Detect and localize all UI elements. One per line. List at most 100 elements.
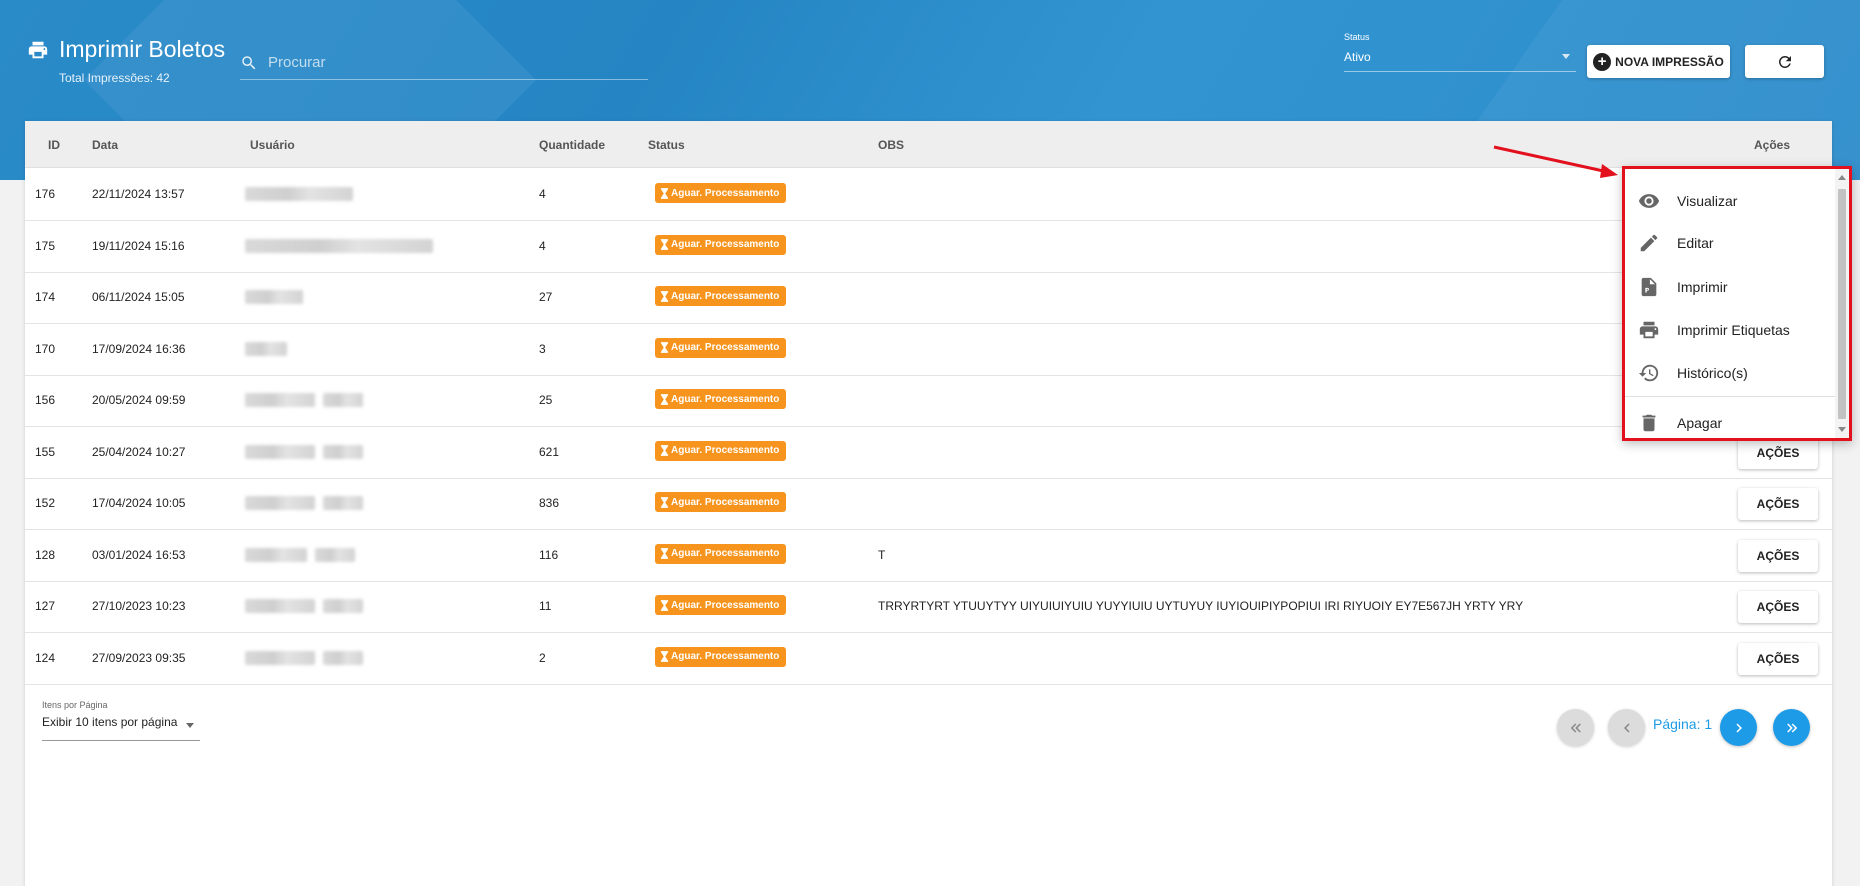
redacted-username: [323, 496, 363, 510]
table-row[interactable]: 174 06/11/2024 15:05 27 Aguar. Processament…: [25, 272, 1832, 324]
table-row[interactable]: 156 20/05/2024 09:59 25 Aguar. Processament…: [25, 375, 1832, 427]
table-row[interactable]: 124 27/09/2023 09:35 2 Aguar. Processamento…: [25, 633, 1832, 685]
column-header-quantidade: Quantidade: [539, 138, 606, 152]
hourglass-icon: [660, 342, 669, 353]
items-per-page-label: Itens por Página: [42, 700, 108, 710]
redacted-username: [245, 496, 315, 510]
hourglass-icon: [660, 651, 669, 662]
menu-item-editar[interactable]: Editar: [1625, 223, 1835, 263]
row-quantity: 836: [539, 496, 560, 510]
row-id: 156: [35, 393, 56, 407]
scrollbar-thumb[interactable]: [1838, 189, 1846, 419]
table-row[interactable]: 128 03/01/2024 16:53 116 Aguar. Processamen…: [25, 530, 1832, 582]
redacted-username: [323, 393, 363, 407]
next-page-button[interactable]: [1720, 709, 1757, 746]
row-id: 174: [35, 290, 56, 304]
page-title: Imprimir Boletos: [59, 36, 226, 62]
actions-button[interactable]: AÇÕES: [1738, 539, 1818, 572]
menu-item-label: Visualizar: [1677, 193, 1738, 209]
status-badge-label: Aguar. Processamento: [671, 187, 780, 199]
row-quantity: 25: [539, 393, 553, 407]
search-input[interactable]: [268, 54, 628, 71]
hourglass-icon: [660, 548, 669, 559]
row-quantity: 3: [539, 341, 546, 356]
row-id: 128: [35, 547, 56, 562]
row-date: 27/09/2023 09:35: [92, 650, 186, 665]
row-date: 19/11/2024 15:16: [92, 238, 185, 253]
row-date: 03/01/2024 16:53: [92, 547, 186, 562]
pdf-file-icon: [1641, 277, 1657, 297]
status-select-label: Status: [1344, 32, 1370, 42]
row-date: 17/04/2024 10:05: [92, 496, 186, 510]
menu-item-label: Apagar: [1677, 415, 1723, 431]
items-per-page-value: Exibir 10 itens por página: [42, 715, 178, 729]
actions-button[interactable]: AÇÕES: [1738, 488, 1818, 520]
previous-page-button[interactable]: [1608, 709, 1645, 746]
redacted-username: [315, 547, 355, 562]
row-date: 27/10/2023 10:23: [92, 599, 186, 613]
status-badge-label: Aguar. Processamento: [671, 342, 780, 353]
hourglass-icon: [660, 393, 669, 405]
chevron-left-icon: [1623, 723, 1630, 732]
row-date: 25/04/2024 10:27: [92, 444, 186, 459]
redacted-username: [323, 599, 363, 613]
status-badge: Aguar. Processamento: [655, 286, 787, 306]
table-row[interactable]: 175 19/11/2024 15:16 4 Aguar. Processamento: [25, 221, 1832, 273]
actions-button[interactable]: AÇÕES: [1738, 642, 1818, 675]
hourglass-icon: [660, 187, 669, 199]
status-badge-label: Aguar. Processamento: [671, 496, 780, 508]
menu-item-visualizar[interactable]: Visualizar: [1625, 181, 1835, 221]
redacted-username: [245, 650, 315, 665]
menu-item-imprimir-etiquetas[interactable]: Imprimir Etiquetas: [1625, 310, 1835, 350]
row-id: 152: [35, 496, 56, 510]
table-row[interactable]: 170 17/09/2024 16:36 3 Aguar. Processamento: [25, 324, 1832, 376]
hourglass-icon: [660, 445, 669, 456]
redacted-username: [245, 444, 315, 459]
first-page-button[interactable]: [1557, 709, 1594, 746]
status-select[interactable]: Status Ativo: [1344, 32, 1576, 72]
row-id: 127: [35, 599, 56, 613]
table-row[interactable]: 152 17/04/2024 10:05 836 Aguar. Processamen…: [25, 478, 1832, 530]
table-row[interactable]: 155 25/04/2024 10:27 621 Aguar. Processamen…: [25, 427, 1832, 479]
status-badge-label: Aguar. Processamento: [671, 239, 780, 250]
status-badge-label: Aguar. Processamento: [671, 599, 780, 611]
menu-scrollbar[interactable]: [1835, 169, 1849, 438]
hourglass-icon: [660, 290, 669, 302]
actions-dropdown-menu: Visualizar Editar Imprimir Imprimir Etiq…: [1622, 166, 1852, 441]
redacted-username: [245, 547, 307, 562]
column-header-id: ID: [48, 138, 60, 152]
column-header-acoes: Ações: [1754, 138, 1791, 152]
refresh-button[interactable]: [1745, 45, 1824, 78]
status-badge: Aguar. Processamento: [655, 234, 787, 255]
menu-item-historico[interactable]: Histórico(s): [1625, 353, 1835, 393]
redacted-username: [245, 290, 303, 304]
row-id: 155: [35, 444, 56, 459]
actions-button[interactable]: AÇÕES: [1738, 591, 1818, 623]
row-quantity: 27: [539, 290, 553, 304]
table-row[interactable]: 127 27/10/2023 10:23 11 Aguar. Processament…: [25, 581, 1832, 633]
history-icon: [1638, 364, 1659, 382]
double-chevron-right-icon: [1786, 723, 1797, 732]
row-quantity: 621: [539, 444, 560, 459]
menu-item-label: Editar: [1677, 235, 1714, 251]
last-page-button[interactable]: [1773, 709, 1810, 746]
redacted-username: [245, 238, 433, 253]
row-id: 124: [35, 650, 56, 665]
printer-icon: [28, 41, 48, 58]
status-badge-label: Aguar. Processamento: [671, 445, 780, 456]
scroll-down-icon: [1838, 427, 1846, 432]
new-print-button[interactable]: + NOVA IMPRESSÃO: [1587, 45, 1730, 78]
search-bar[interactable]: [240, 46, 648, 80]
menu-item-imprimir[interactable]: Imprimir: [1625, 267, 1835, 307]
column-header-data: Data: [92, 138, 119, 152]
redacted-username: [323, 444, 363, 459]
menu-item-apagar[interactable]: Apagar: [1625, 403, 1835, 443]
row-id: 170: [35, 341, 56, 356]
items-per-page-select[interactable]: Exibir 10 itens por página: [42, 715, 200, 741]
refresh-icon: [1778, 55, 1791, 68]
redacted-username: [245, 187, 353, 201]
printer-icon: [1639, 321, 1659, 339]
hourglass-icon: [660, 599, 669, 611]
status-badge: Aguar. Processamento: [655, 595, 787, 615]
chevron-down-icon: [1562, 54, 1570, 59]
